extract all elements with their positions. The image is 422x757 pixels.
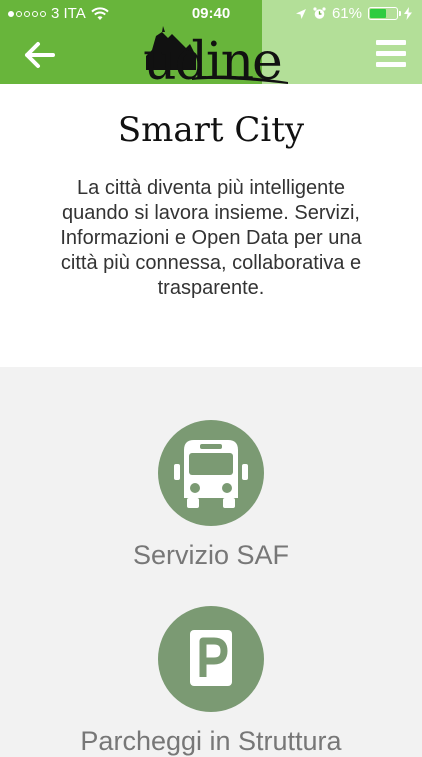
parking-icon — [190, 630, 232, 686]
battery-icon — [368, 7, 401, 20]
back-button[interactable] — [22, 40, 56, 70]
service-saf-label[interactable]: Servizio SAF — [0, 540, 422, 571]
service-parcheggi[interactable]: Parcheggi in Struttura — [0, 606, 422, 757]
location-arrow-icon — [295, 8, 306, 19]
status-bar: 3 ITA 09:40 61% — [0, 0, 422, 28]
service-saf[interactable]: Servizio SAF — [0, 420, 422, 571]
service-parcheggi-icon-circle[interactable] — [158, 606, 264, 712]
charging-bolt-icon — [404, 7, 412, 20]
alarm-clock-icon — [313, 7, 326, 19]
intro-section: Smart City La città diventa più intellig… — [0, 84, 422, 367]
arrow-left-icon — [25, 42, 55, 68]
app-header: 3 ITA 09:40 61% udine — [0, 0, 422, 88]
status-right: 61% — [295, 5, 412, 22]
menu-button[interactable] — [376, 40, 406, 70]
battery-percent: 61% — [331, 5, 362, 22]
page-title: Smart City — [117, 110, 305, 150]
service-saf-icon-circle[interactable] — [158, 420, 264, 526]
hamburger-menu-icon — [376, 40, 406, 67]
bus-icon — [174, 440, 248, 508]
service-parcheggi-label[interactable]: Parcheggi in Struttura — [0, 726, 422, 757]
udine-logo: udine — [132, 26, 292, 88]
logo-text: udine — [143, 32, 283, 92]
intro-description: La città diventa più intelligente quando… — [60, 177, 362, 299]
